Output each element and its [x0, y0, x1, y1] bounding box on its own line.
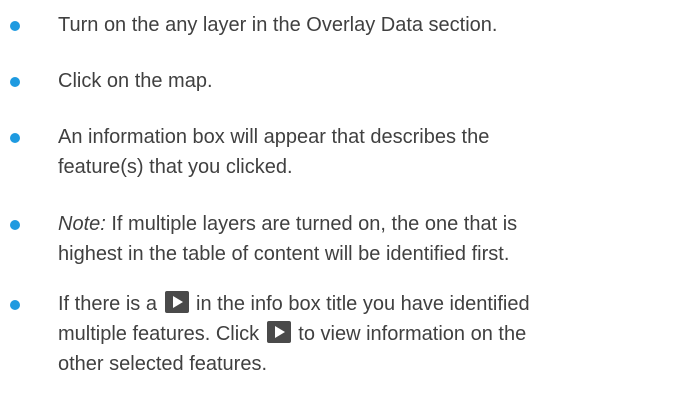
- instruction-list: Turn on the any layer in the Overlay Dat…: [0, 0, 674, 412]
- text-segment: in the info box title you have identifie…: [190, 293, 530, 315]
- list-item-text-line2: feature(s) that you clicked.: [58, 156, 293, 178]
- list-item-text: Turn on the any layer in the Overlay Dat…: [58, 14, 498, 36]
- play-icon: [164, 291, 189, 313]
- bullet-icon: [10, 220, 20, 230]
- text-segment: If there is a: [58, 293, 163, 315]
- text-segment: multiple features. Click: [58, 323, 265, 345]
- list-item-text-line3: other selected features.: [58, 353, 268, 375]
- bullet-icon: [10, 300, 20, 310]
- list-item-text: Click on the map.: [58, 70, 213, 92]
- play-icon: [266, 321, 291, 343]
- list-item-text-line2: highest in the table of content will be …: [58, 243, 510, 265]
- list-item-text-line1: An information box will appear that desc…: [58, 126, 490, 148]
- bullet-icon: [10, 133, 20, 143]
- text-segment: to view information on the: [292, 323, 527, 345]
- bullet-icon: [10, 21, 20, 31]
- note-text: If multiple layers are turned on, the on…: [105, 213, 518, 235]
- bullet-icon: [10, 77, 20, 87]
- note-label: Note:: [58, 213, 106, 235]
